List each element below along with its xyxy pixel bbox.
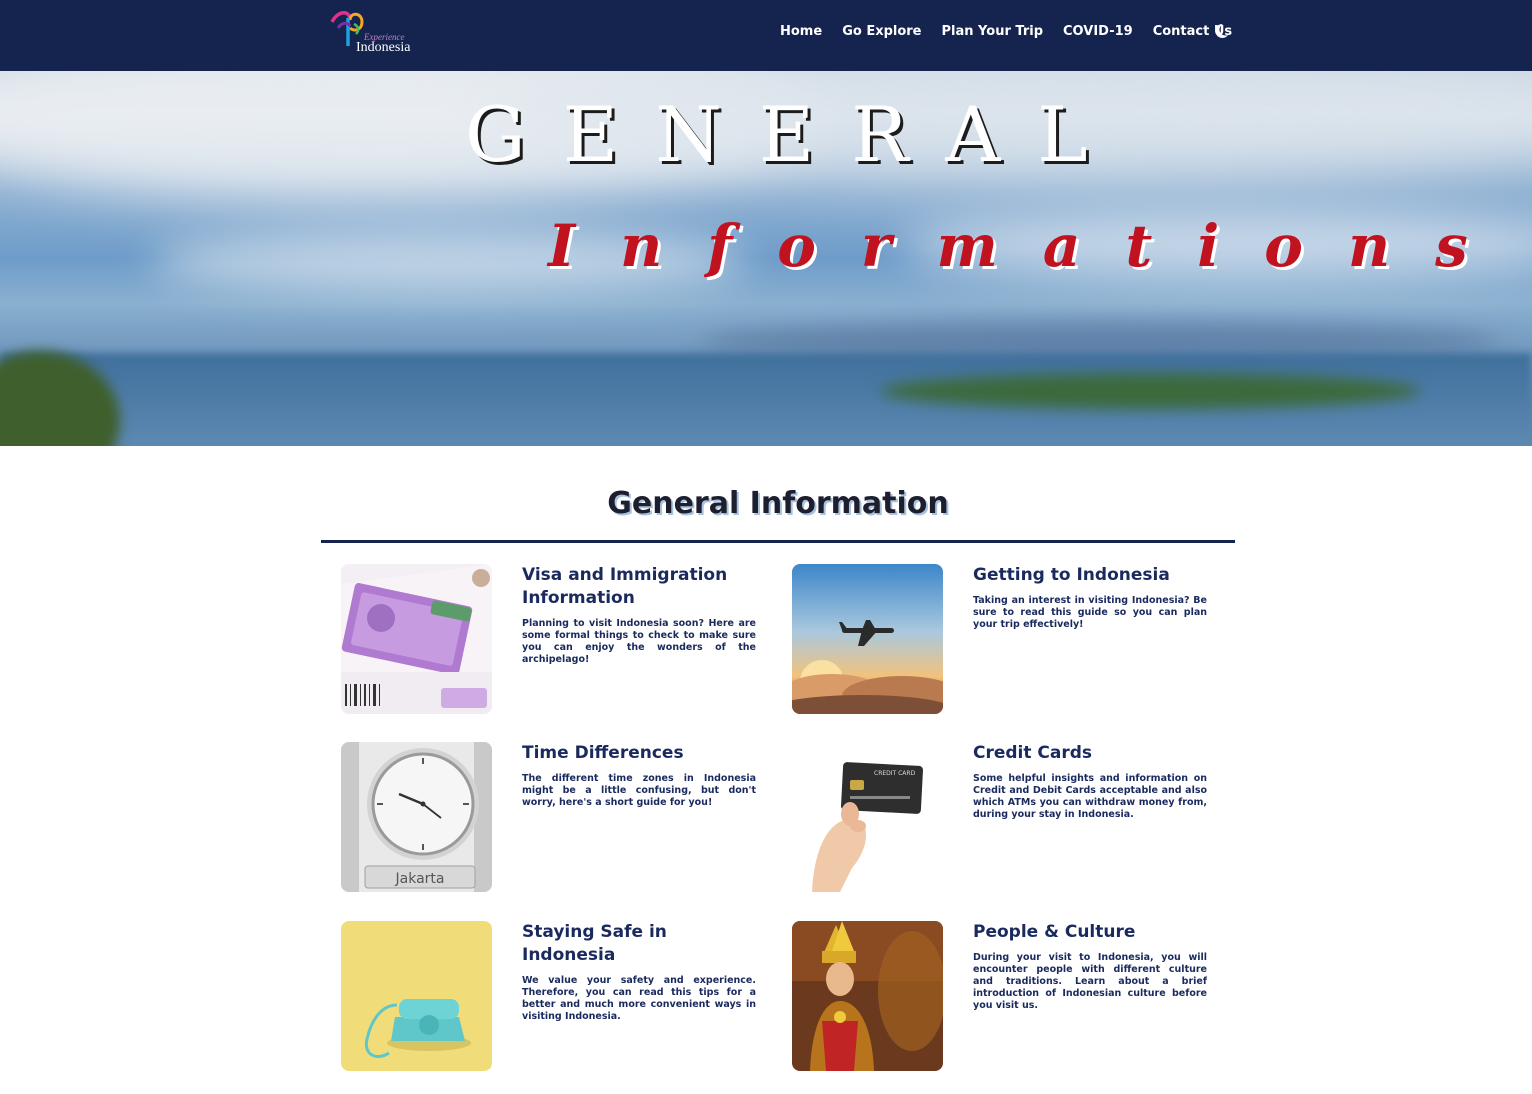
card-title[interactable]: Time Differences xyxy=(522,742,758,765)
card-title[interactable]: Getting to Indonesia xyxy=(973,564,1209,587)
info-card-staying-safe[interactable]: Staying Safe in Indonesia We value your … xyxy=(341,921,761,1073)
card-title[interactable]: Visa and Immigration Information xyxy=(522,564,758,610)
moon-icon[interactable] xyxy=(1212,22,1230,40)
nav-go-explore[interactable]: Go Explore xyxy=(842,24,921,39)
info-card-credit-cards[interactable]: CREDIT CARD Credit Cards Some helpful in… xyxy=(792,742,1212,894)
card-description: During your visit to Indonesia, you will… xyxy=(973,952,1207,1011)
card-description: Planning to visit Indonesia soon? Here a… xyxy=(522,618,756,665)
hero-banner: GENERAL Informations xyxy=(0,71,1532,446)
section-heading: General Information xyxy=(607,486,949,521)
logo-name: Indonesia xyxy=(356,40,411,55)
clock-city-label: Jakarta xyxy=(395,871,445,887)
nav-home[interactable]: Home xyxy=(780,24,822,39)
info-card-visa[interactable]: Visa and Immigration Information Plannin… xyxy=(341,564,761,716)
hero-subtitle: Informations xyxy=(548,212,1513,280)
airplane-sunset-image[interactable] xyxy=(792,564,943,714)
telephone-image[interactable] xyxy=(341,921,492,1071)
nav-plan-your-trip[interactable]: Plan Your Trip xyxy=(942,24,1044,39)
card-title[interactable]: Staying Safe in Indonesia xyxy=(522,921,758,967)
visa-stamp-image[interactable] xyxy=(341,564,492,714)
main-nav: Home Go Explore Plan Your Trip COVID-19 … xyxy=(780,21,1232,41)
navbar: Experience Indonesia Home Go Explore Pla… xyxy=(0,0,1532,71)
card-description: We value your safety and experience. The… xyxy=(522,975,756,1022)
info-card-people-culture[interactable]: People & Culture During your visit to In… xyxy=(792,921,1212,1073)
credit-card-image[interactable]: CREDIT CARD xyxy=(792,742,943,892)
info-card-time-differences[interactable]: Jakarta Time Differences The different t… xyxy=(341,742,761,894)
section-divider xyxy=(321,540,1235,543)
clock-image[interactable]: Jakarta xyxy=(341,742,492,892)
hero-title: GENERAL xyxy=(465,90,1125,179)
card-description: Some helpful insights and information on… xyxy=(973,773,1207,820)
balinese-dancer-image[interactable] xyxy=(792,921,943,1071)
site-logo[interactable]: Experience Indonesia xyxy=(328,8,420,58)
card-description: Taking an interest in visiting Indonesia… xyxy=(973,595,1207,630)
info-card-getting-to-indonesia[interactable]: Getting to Indonesia Taking an interest … xyxy=(792,564,1212,716)
card-brand-label: CREDIT CARD xyxy=(874,770,916,777)
nav-covid-19[interactable]: COVID-19 xyxy=(1063,24,1133,39)
card-title[interactable]: People & Culture xyxy=(973,921,1209,944)
card-description: The different time zones in Indonesia mi… xyxy=(522,773,756,808)
card-title[interactable]: Credit Cards xyxy=(973,742,1209,765)
